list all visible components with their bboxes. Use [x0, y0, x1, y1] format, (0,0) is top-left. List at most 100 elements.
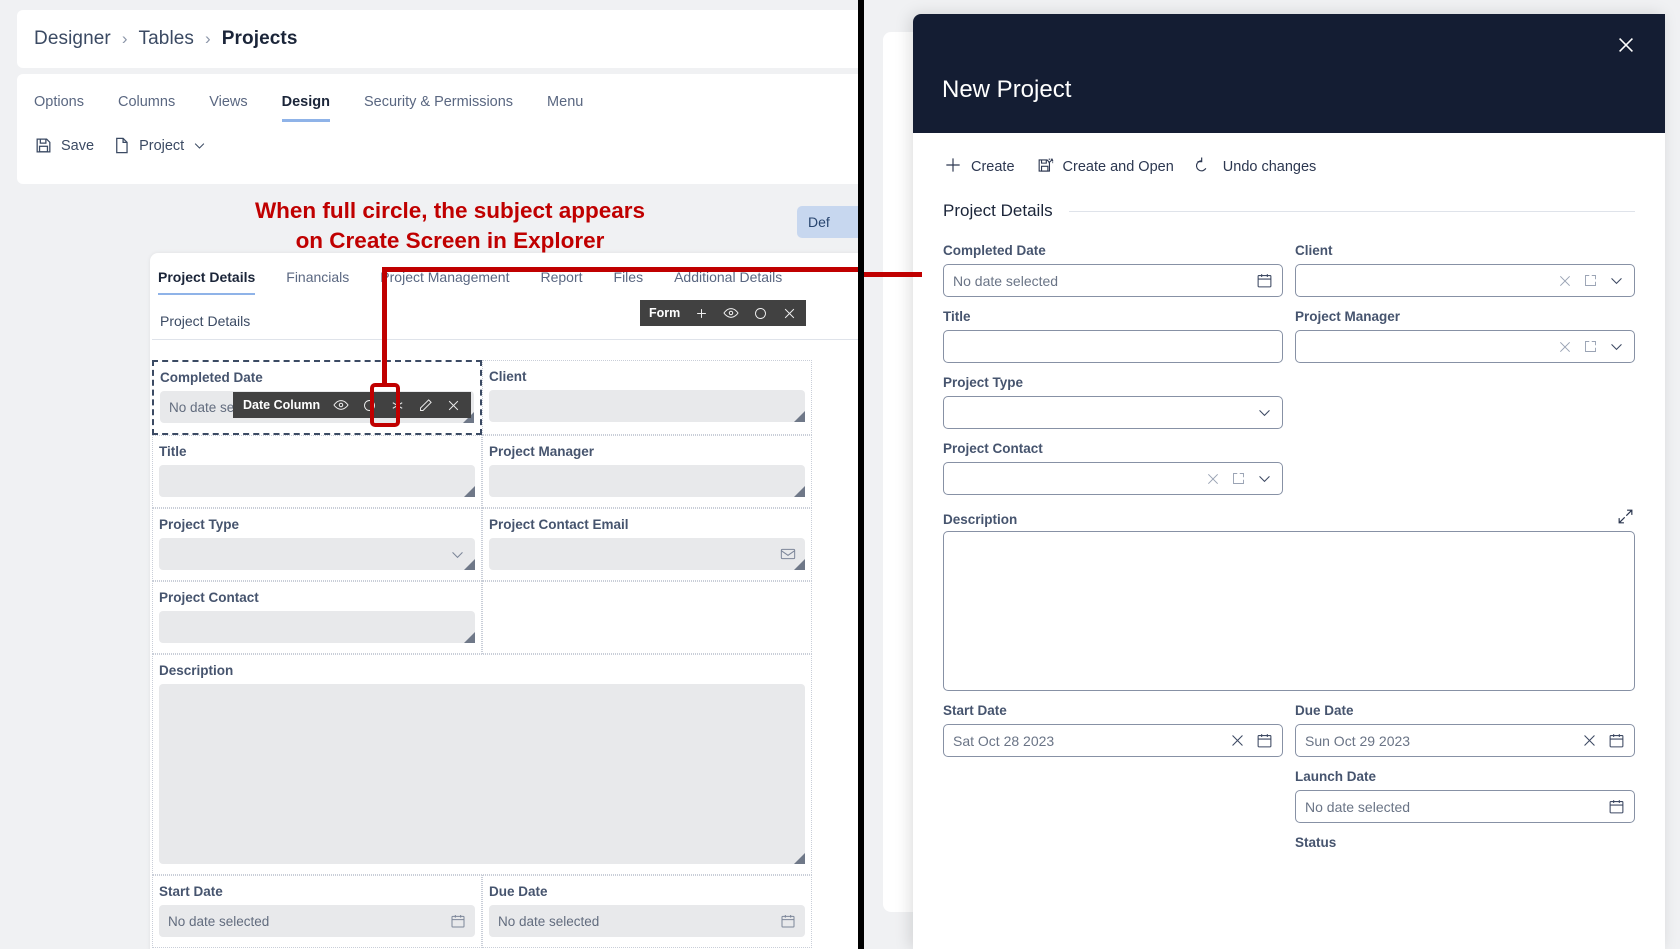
circle-icon[interactable] — [753, 306, 768, 321]
title-input[interactable] — [943, 330, 1283, 363]
form-tab-project-details[interactable]: Project Details — [158, 269, 256, 295]
modal-action-bar: Create Create and Open Undo changes — [913, 133, 1665, 195]
chevron-down-icon[interactable] — [1608, 272, 1625, 289]
field-input[interactable] — [489, 390, 805, 422]
designer-field-project-manager[interactable]: Project Manager — [482, 435, 812, 508]
breadcrumb-separator-icon: › — [121, 29, 128, 48]
calendar-icon[interactable] — [780, 913, 796, 929]
modal-header: New Project — [913, 14, 1665, 133]
field-input[interactable]: No date selected — [159, 905, 475, 937]
form-field-project-manager: Project Manager — [1295, 309, 1635, 363]
designer-field-title[interactable]: Title — [152, 435, 482, 508]
tab-views[interactable]: Views — [209, 94, 247, 119]
field-input[interactable] — [159, 465, 475, 497]
project-dropdown-button[interactable]: Project — [112, 136, 217, 155]
field-textarea[interactable] — [159, 684, 805, 864]
designer-row: Project Contact — [152, 581, 812, 654]
project-type-select[interactable] — [943, 396, 1283, 429]
field-label: Client — [1295, 243, 1333, 258]
open-record-icon[interactable] — [1231, 471, 1246, 486]
project-manager-input[interactable] — [1295, 330, 1635, 363]
designer-field-description[interactable]: Description — [152, 654, 812, 875]
expand-icon[interactable] — [1616, 507, 1635, 531]
field-input[interactable] — [489, 538, 805, 570]
field-label: Project Type — [943, 375, 1024, 390]
date-column-context-toolbar: Date Column — [233, 392, 472, 418]
breadcrumb-projects: Projects — [221, 28, 298, 49]
field-input[interactable]: No date selected — [489, 905, 805, 937]
calendar-icon[interactable] — [1256, 732, 1273, 749]
form-tab-project-management[interactable]: Project Management — [380, 269, 509, 295]
clear-icon[interactable] — [1557, 273, 1573, 289]
eye-icon[interactable] — [723, 305, 739, 321]
tab-columns[interactable]: Columns — [118, 94, 175, 119]
designer-field-start-date[interactable]: Start Date No date selected — [152, 875, 482, 948]
plus-icon[interactable] — [694, 306, 709, 321]
tab-menu[interactable]: Menu — [547, 94, 583, 119]
tab-security-permissions[interactable]: Security & Permissions — [364, 94, 513, 119]
completed-date-input[interactable]: No date selected — [943, 264, 1283, 297]
clear-icon[interactable] — [1229, 732, 1246, 749]
clear-icon[interactable] — [1557, 339, 1573, 355]
open-record-icon[interactable] — [1583, 273, 1598, 288]
open-record-icon[interactable] — [1583, 339, 1598, 354]
form-tab-report[interactable]: Report — [540, 269, 582, 295]
calendar-icon[interactable] — [450, 913, 466, 929]
designer-field-project-type[interactable]: Project Type — [152, 508, 482, 581]
section-divider — [1068, 210, 1635, 212]
launch-date-input[interactable]: No date selected — [1295, 790, 1635, 823]
description-textarea[interactable] — [943, 531, 1635, 691]
create-button[interactable]: Create — [943, 155, 1015, 179]
eye-icon[interactable] — [333, 397, 349, 413]
tab-options[interactable]: Options — [34, 94, 84, 119]
chevron-down-icon[interactable] — [1256, 470, 1273, 487]
project-contact-input[interactable] — [943, 462, 1283, 495]
calendar-icon[interactable] — [1256, 272, 1273, 289]
due-date-input[interactable]: Sun Oct 29 2023 — [1295, 724, 1635, 757]
resize-handle[interactable] — [464, 632, 475, 643]
field-input[interactable] — [159, 611, 475, 643]
resize-handle[interactable] — [794, 486, 805, 497]
resize-handle[interactable] — [464, 486, 475, 497]
form-tab-financials[interactable]: Financials — [286, 269, 349, 295]
field-label: Project Manager — [489, 444, 595, 459]
save-button[interactable]: Save — [34, 136, 104, 155]
resize-handle[interactable] — [794, 559, 805, 570]
close-icon[interactable] — [446, 398, 461, 413]
clear-icon[interactable] — [1581, 732, 1598, 749]
form-tab-files[interactable]: Files — [614, 269, 644, 295]
form-tab-additional-details[interactable]: Additional Details — [674, 269, 782, 295]
chevron-down-icon — [192, 138, 207, 153]
start-date-input[interactable]: Sat Oct 28 2023 — [943, 724, 1283, 757]
field-input[interactable] — [489, 465, 805, 497]
close-icon[interactable] — [1613, 32, 1639, 58]
calendar-icon[interactable] — [1608, 798, 1625, 815]
clear-icon[interactable] — [1205, 471, 1221, 487]
designer-field-project-contact-email[interactable]: Project Contact Email — [482, 508, 812, 581]
calendar-icon[interactable] — [1608, 732, 1625, 749]
form-row: Project Type — [943, 375, 1635, 429]
resize-handle[interactable] — [794, 411, 805, 422]
field-input[interactable] — [159, 538, 475, 570]
undo-changes-button[interactable]: Undo changes — [1195, 155, 1316, 179]
resize-handle[interactable] — [464, 559, 475, 570]
tab-design[interactable]: Design — [281, 94, 330, 122]
resize-handle[interactable] — [794, 853, 805, 864]
chevron-down-icon[interactable] — [1608, 338, 1625, 355]
designer-field-project-contact[interactable]: Project Contact — [152, 581, 482, 654]
create-and-open-button[interactable]: Create and Open — [1036, 156, 1174, 179]
designer-field-client[interactable]: Client — [482, 360, 812, 435]
breadcrumb-designer[interactable]: Designer — [34, 28, 111, 50]
form-field-description: Description — [943, 507, 1635, 691]
close-icon[interactable] — [782, 306, 797, 321]
client-input[interactable] — [1295, 264, 1635, 297]
design-toolbar: Save Project — [17, 122, 860, 155]
designer-row: Title Project Manager — [152, 435, 812, 508]
project-label: Project — [139, 137, 185, 154]
default-button[interactable]: Def — [797, 206, 860, 238]
date-column-label: Date Column — [243, 398, 321, 412]
pencil-icon[interactable] — [418, 398, 433, 413]
breadcrumb-tables[interactable]: Tables — [139, 28, 195, 50]
designer-field-due-date[interactable]: Due Date No date selected — [482, 875, 812, 948]
chevron-down-icon[interactable] — [1256, 404, 1273, 421]
